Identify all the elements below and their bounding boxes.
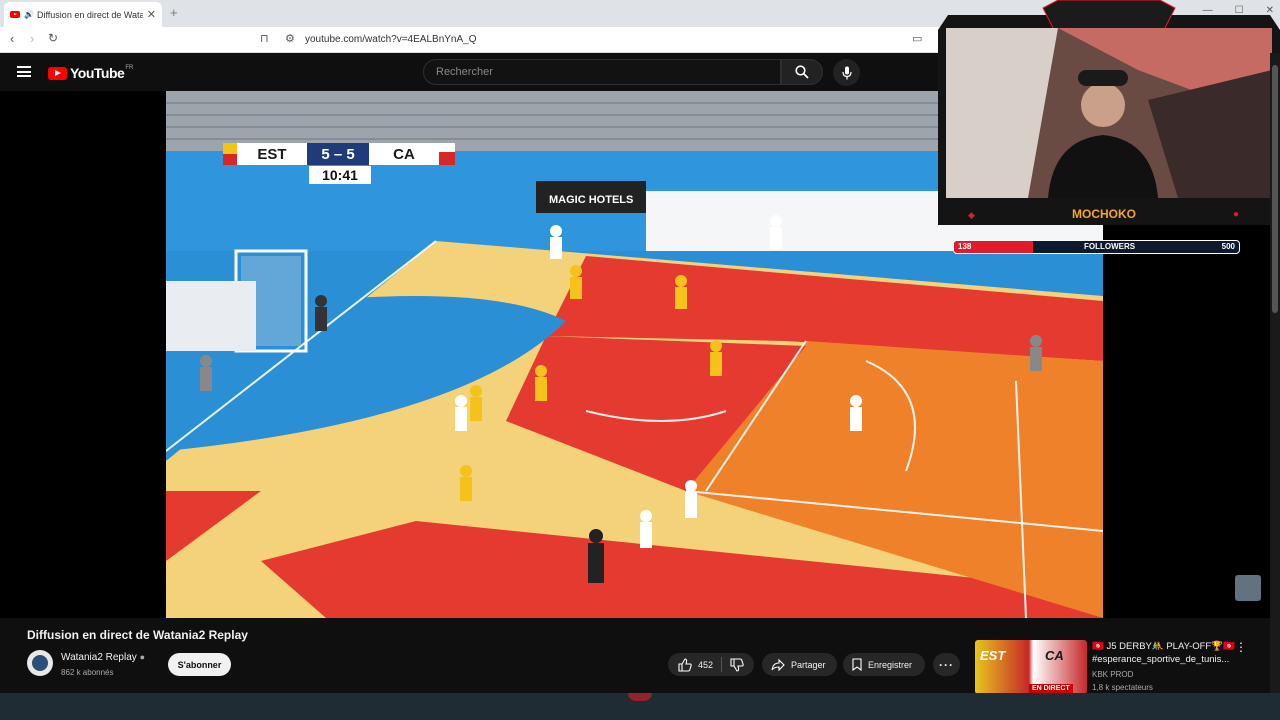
bookmark-save-icon xyxy=(852,658,862,671)
channel-name-text: Watania2 Replay xyxy=(61,652,137,663)
tab-title: Diffusion en direct de Watan xyxy=(36,9,143,20)
streamer-name: MOCHOKO xyxy=(1072,207,1136,221)
forward-icon[interactable]: › xyxy=(30,31,34,46)
url-field[interactable]: youtube.com/watch?v=4EALBnYnA_Q xyxy=(305,34,477,45)
more-actions-button[interactable]: ··· xyxy=(933,653,960,676)
related-title-2: #esperance_sportive_de_tunis... xyxy=(1092,654,1230,665)
more-icon: ··· xyxy=(939,657,954,672)
away-team: CA xyxy=(393,145,415,163)
game-clock: 10:41 xyxy=(309,166,371,184)
close-tab-icon[interactable]: ✕ xyxy=(147,8,156,21)
like-button[interactable]: 452 xyxy=(678,657,714,672)
related-channel[interactable]: KBK PROD xyxy=(1092,670,1133,679)
country-code: FR xyxy=(125,65,134,71)
away-color-badge xyxy=(439,143,455,165)
like-count: 452 xyxy=(698,659,714,670)
thumb-away: CA xyxy=(1045,648,1064,663)
hamburger-menu-icon[interactable] xyxy=(17,66,31,77)
divider xyxy=(721,657,723,672)
like-dislike-group: 452 xyxy=(668,653,754,676)
user-icon: ● xyxy=(1233,209,1240,220)
youtube-wordmark: YouTube xyxy=(70,65,125,81)
browser-tab[interactable]: 🔊 Diffusion en direct de Watan ✕ xyxy=(4,2,162,27)
score: 5 – 5 xyxy=(307,143,369,165)
followers-current: 138 xyxy=(958,242,972,251)
channel-avatar[interactable] xyxy=(27,650,53,676)
streamer-webcam-overlay: MOCHOKO ◆ ● 138 FOLLOWERS 500 xyxy=(938,0,1280,265)
site-info-icon[interactable]: ⚙ xyxy=(285,32,295,45)
home-team: EST xyxy=(257,145,287,163)
new-tab-icon[interactable]: + xyxy=(170,5,178,20)
related-more-icon[interactable]: ⋮ xyxy=(1235,640,1247,654)
channel-name[interactable]: Watania2 Replay ● xyxy=(61,652,145,663)
voice-search-button[interactable] xyxy=(833,59,860,86)
search-input[interactable] xyxy=(424,60,780,84)
hoarding-text: MAGIC HOTELS xyxy=(549,194,633,206)
thumb-home: EST xyxy=(980,648,1006,663)
search-icon xyxy=(795,65,809,79)
speaker-icon: 🔊 xyxy=(24,10,34,19)
live-badge: EN DIRECT xyxy=(1029,684,1073,693)
cast-icon[interactable]: ▭ xyxy=(912,32,922,45)
related-title-1: 🇹🇳 J5 DERBY🤼 PLAY-OFF🏆🇹🇳 xyxy=(1092,641,1235,652)
subscriber-count: 862 k abonnés xyxy=(61,668,114,677)
search-button[interactable] xyxy=(781,59,823,85)
bottom-accent xyxy=(628,693,652,701)
search-box xyxy=(423,59,781,85)
bookmark-icon[interactable]: ⊓ xyxy=(260,32,269,45)
share-label: Partager xyxy=(791,659,826,670)
related-thumbnail[interactable]: EST CA EN DIRECT xyxy=(975,640,1087,694)
thumbs-up-icon xyxy=(678,657,692,672)
save-label: Enregistrer xyxy=(868,659,913,670)
paw-icon: ◆ xyxy=(968,210,975,220)
share-icon xyxy=(771,658,785,671)
followers-goal-bar: 138 FOLLOWERS 500 xyxy=(953,240,1240,254)
home-color-badge xyxy=(223,143,237,165)
followers-label: FOLLOWERS xyxy=(1084,242,1136,251)
thumbs-down-icon[interactable] xyxy=(730,657,744,672)
followers-goal: 500 xyxy=(1221,242,1235,251)
save-button[interactable]: Enregistrer xyxy=(843,653,925,676)
scoreboard: EST 5 – 5 CA xyxy=(223,143,455,165)
channel-watermark-icon[interactable] xyxy=(1235,575,1261,601)
webcam-frame xyxy=(938,0,1280,225)
microphone-icon xyxy=(841,66,852,79)
video-title: Diffusion en direct de Watania2 Replay xyxy=(27,628,248,642)
subscribe-button[interactable]: S'abonner xyxy=(168,653,231,676)
scrollbar-thumb[interactable] xyxy=(1272,65,1278,313)
reload-icon[interactable]: ↻ xyxy=(48,31,58,45)
related-video-item[interactable]: EST CA EN DIRECT 🇹🇳 J5 DERBY🤼 PLAY-OFF🏆🇹… xyxy=(975,640,1270,694)
youtube-logo[interactable]: YouTube FR xyxy=(48,65,133,81)
share-button[interactable]: Partager xyxy=(762,653,837,676)
back-icon[interactable]: ‹ xyxy=(10,31,14,46)
youtube-play-icon xyxy=(48,66,67,80)
bottom-overlay-strip xyxy=(0,693,1280,720)
page-scrollbar[interactable] xyxy=(1270,53,1280,693)
verified-icon: ● xyxy=(139,652,145,662)
related-viewers: 1,8 k spectateurs xyxy=(1092,683,1153,692)
youtube-favicon-icon xyxy=(10,11,20,18)
